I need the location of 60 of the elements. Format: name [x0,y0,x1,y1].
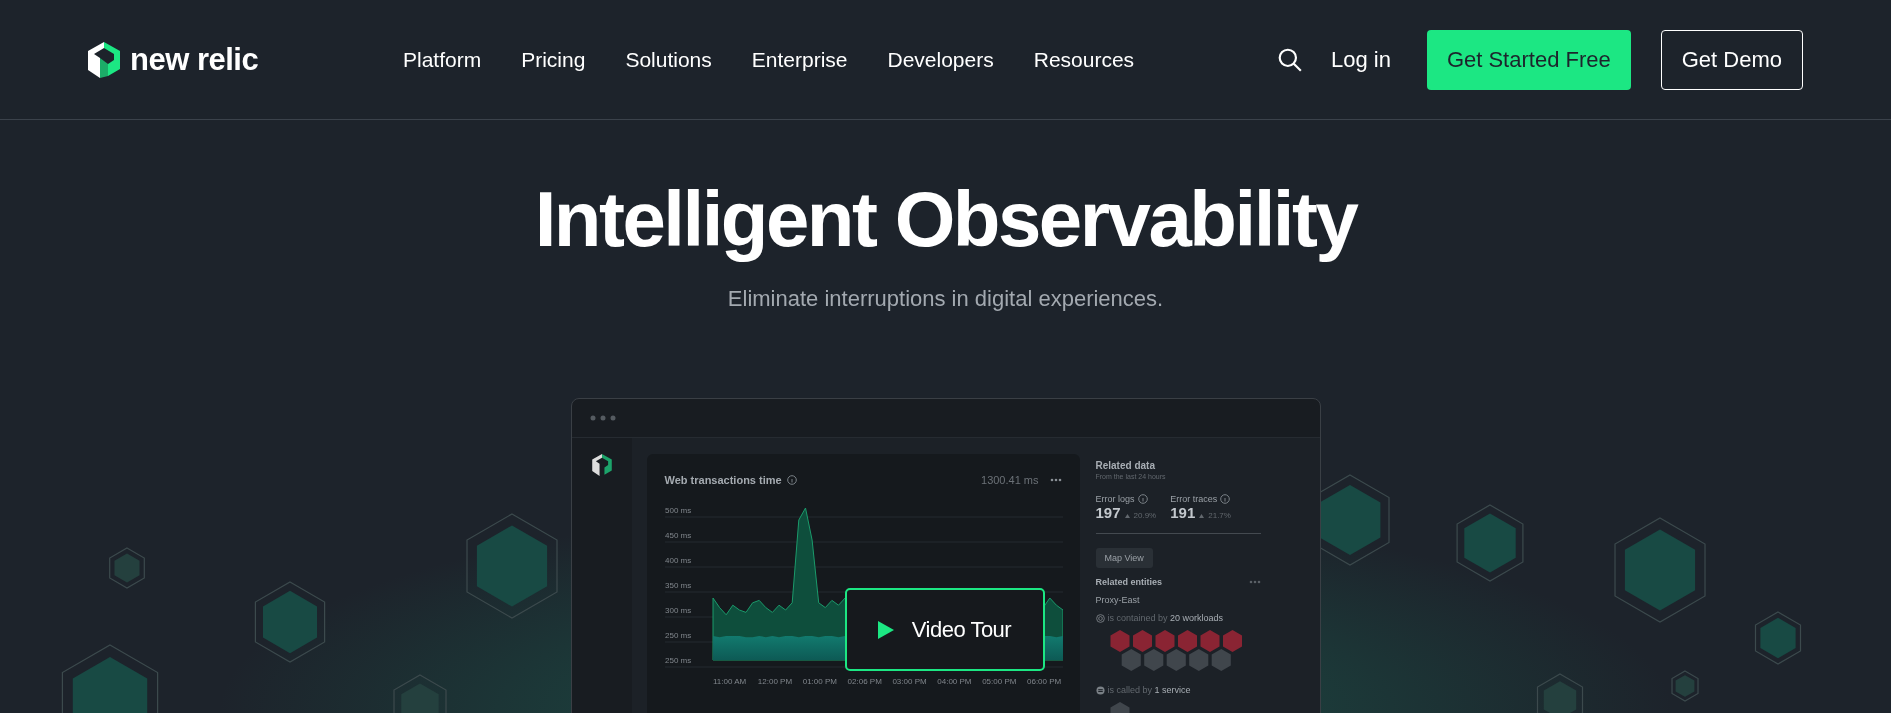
hero-subtitle: Eliminate interruptions in digital experiences. [727,286,1164,312]
nav-link[interactable]: Platform [403,47,482,72]
play-icon [877,620,894,639]
nav-link[interactable]: Resources [1033,47,1135,72]
axis-label: 300 ms [664,606,691,615]
axis-label: 12:00 PM [757,677,792,686]
info-icon [1220,494,1231,504]
axis-label: 05:00 PM [981,677,1016,686]
panel-title: Related data [1095,460,1156,471]
hexagon-drawing [109,547,145,589]
axis-label: 250 ms [664,631,691,640]
metric-label: Error traces [1170,494,1218,504]
nav-link[interactable]: Pricing [521,47,586,72]
up-triangle-icon [1124,514,1130,518]
window-dots-icon [589,415,618,421]
more-icon[interactable] [1049,478,1062,482]
axis-label: 450 ms [664,531,691,540]
hexagon-drawing [1754,611,1802,665]
more-icon[interactable] [1248,580,1261,584]
hexagon-outline-icon [1095,613,1105,623]
nav-link[interactable]: Developers [887,47,994,72]
hexagon-drawing [393,674,447,713]
axis-label: 04:00 PM [936,677,972,686]
video-tour-button[interactable]: Video Tour [844,588,1045,671]
chart-total: 1300.41 ms [981,474,1039,486]
axis-label: 11:00 AM [712,677,746,686]
axis-label: 06:00 PM [1026,677,1061,686]
relation-text: is called by 1 service [1107,685,1191,695]
axis-label: 350 ms [664,581,691,590]
info-icon [1137,494,1148,504]
relation-text: is contained by 20 workloads [1107,613,1224,623]
logo-icon [591,454,612,476]
nav-link[interactable]: Solutions [625,47,712,72]
axis-label: 01:00 PM [802,677,837,686]
login-link[interactable]: Log in [1330,46,1391,73]
axis-label: 03:00 PM [891,677,927,686]
logo-icon [88,41,120,78]
info-icon [786,475,797,485]
metric-value: 191 [1170,504,1196,521]
axis-label: 02:06 PM [847,677,882,686]
service-icon [1095,685,1105,695]
nav-link[interactable]: Enterprise [751,47,848,72]
hexagon-drawing [1671,670,1699,702]
hexagon-drawing [1536,673,1584,713]
section-title: Related entities [1095,577,1163,587]
metric-value: 197 [1095,504,1121,521]
logo-text[interactable]: new relic [130,41,259,78]
axis-label: 500 ms [664,506,691,515]
entity-name: Proxy-East [1095,595,1141,605]
up-triangle-icon [1199,514,1205,518]
chart-title: Web transactions time [664,474,782,486]
axis-label: 250 ms [664,656,691,665]
metric-change: 20.9% [1133,511,1157,520]
get-started-button[interactable]: Get Started Free [1426,29,1631,90]
get-demo-button[interactable]: Get Demo [1660,29,1803,90]
metric-change: 21.7% [1208,511,1231,520]
map-view-button[interactable]: Map View [1095,548,1153,568]
metric-label: Error logs [1095,494,1135,504]
axis-label: 400 ms [664,556,691,565]
search-icon[interactable] [1276,46,1303,73]
